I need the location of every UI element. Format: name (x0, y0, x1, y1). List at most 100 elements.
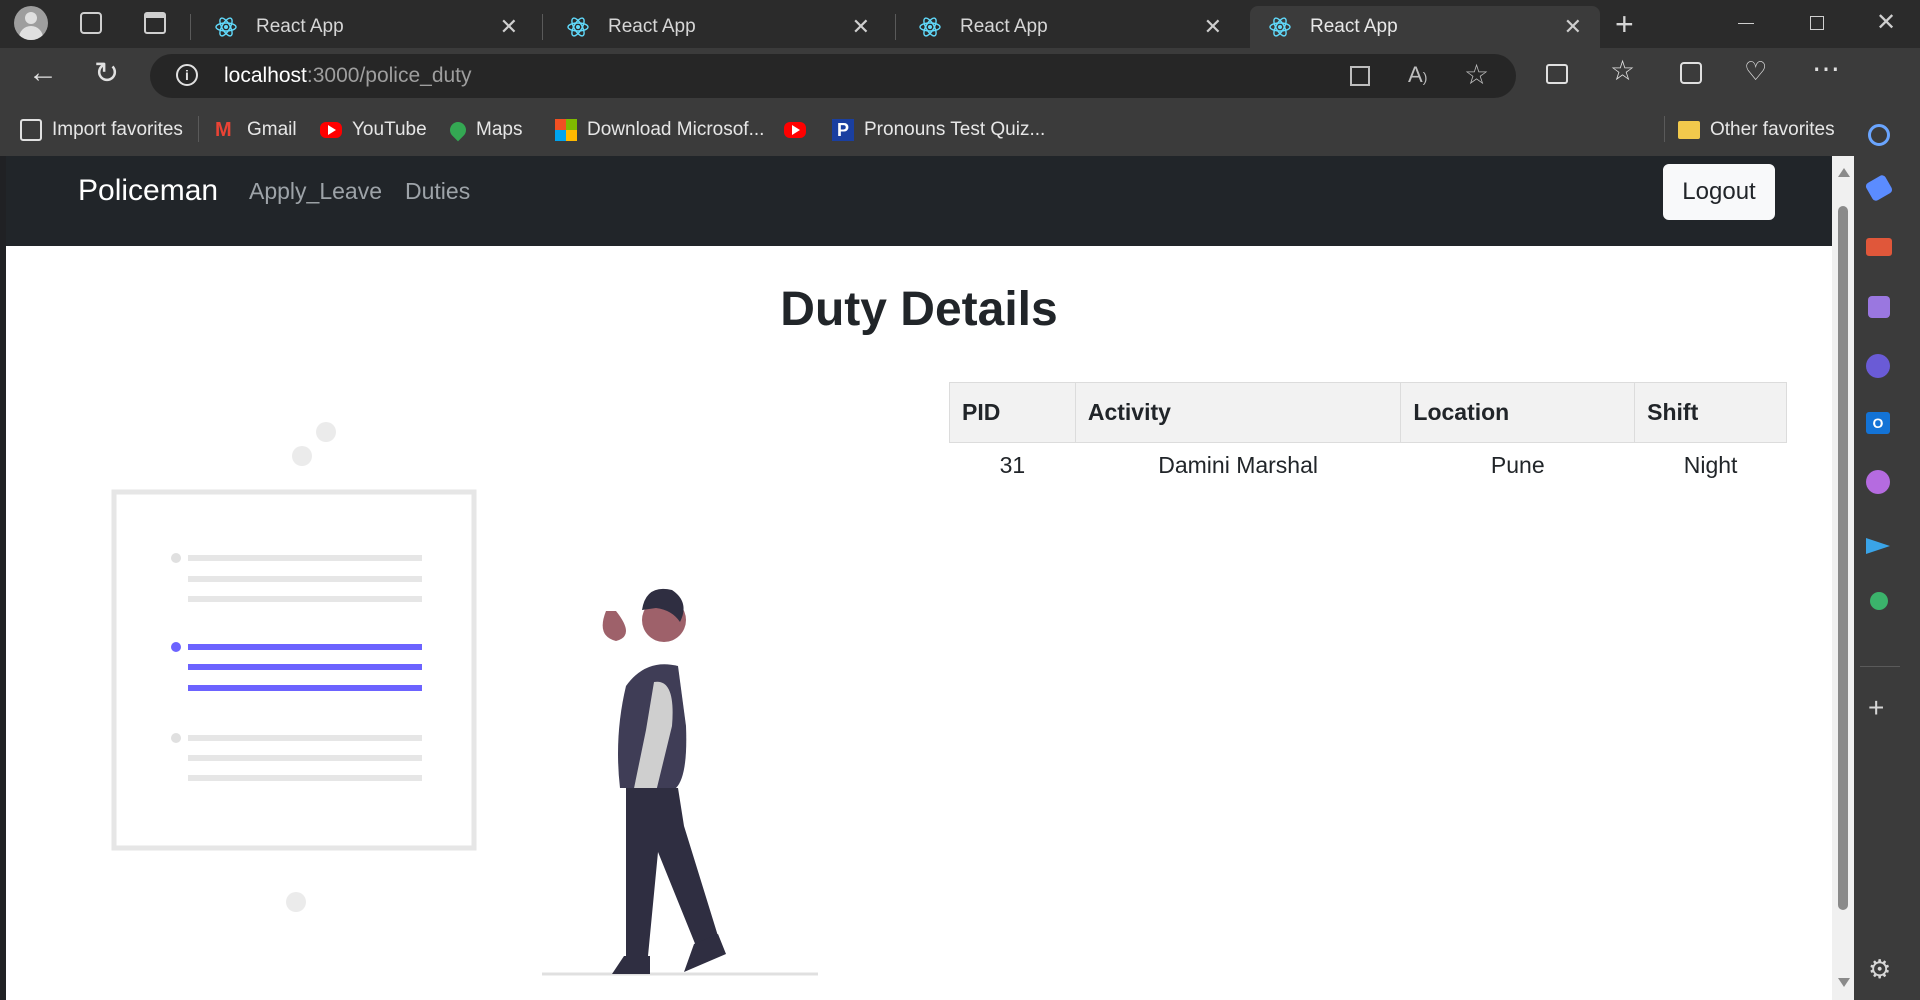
tree-icon[interactable] (1870, 592, 1888, 610)
youtube-icon (784, 122, 806, 138)
bookmark-label: Download Microsof... (587, 119, 765, 140)
cell-shift: Night (1683, 451, 1738, 478)
bookmark-label: Gmail (247, 119, 297, 140)
document-person-illustration (111, 422, 818, 976)
url-path: :3000/police_duty (306, 64, 472, 87)
page-title: Duty Details (780, 283, 1058, 336)
react-icon (919, 17, 941, 37)
workspaces-icon[interactable] (80, 12, 102, 34)
highlight-line (188, 644, 422, 650)
window-close-icon[interactable]: ✕ (1876, 8, 1896, 37)
tab-react-app-2[interactable]: React App ✕ (548, 6, 888, 48)
bookmark-import-favorites[interactable]: Import favorites (20, 116, 183, 144)
react-icon (1269, 17, 1291, 37)
column-header-location: Location (1400, 382, 1636, 443)
close-icon[interactable]: ✕ (1204, 14, 1222, 40)
page-scrollbar[interactable] (1832, 156, 1854, 1000)
tab-title: React App (608, 16, 696, 37)
logout-button[interactable]: Logout (1663, 164, 1775, 220)
copilot-sidebar-icon[interactable] (1866, 354, 1890, 378)
restore-icon[interactable] (1810, 16, 1824, 30)
bookmark-download-microsoft[interactable]: Download Microsof... (555, 116, 764, 144)
url-text[interactable]: localhost:3000/police_duty (224, 64, 472, 88)
person-figure (542, 588, 818, 976)
tab-title: React App (960, 16, 1048, 37)
browser-essentials-icon[interactable]: ♡ (1744, 56, 1767, 87)
split-screen-icon[interactable] (1546, 64, 1568, 84)
scroll-up-icon[interactable] (1838, 168, 1850, 177)
highlight-line (188, 685, 422, 691)
new-tab-icon[interactable]: + (1615, 6, 1634, 42)
close-icon[interactable]: ✕ (500, 14, 518, 40)
youtube-icon (320, 122, 342, 138)
search-icon[interactable] (1868, 124, 1890, 146)
send-icon[interactable] (1866, 538, 1890, 554)
minimize-icon[interactable] (1738, 23, 1754, 24)
decor-dot (286, 892, 306, 912)
outlook-icon[interactable]: O (1866, 412, 1890, 434)
bookmark-youtube-2[interactable] (784, 116, 816, 144)
column-header-pid: PID (949, 382, 1076, 443)
microsoft-icon (555, 119, 577, 141)
bookmark-label: Import favorites (52, 119, 183, 140)
folder-icon (1678, 121, 1700, 139)
url-host: localhost (224, 64, 307, 87)
bookmarks-bar: Import favorites M Gmail YouTube Maps Do… (0, 104, 1920, 156)
refresh-icon[interactable]: ↻ (94, 56, 119, 91)
table-header-row: PID Activity Location Shift (949, 382, 1787, 443)
bookmark-label: Other favorites (1710, 119, 1835, 140)
highlight-line (188, 664, 422, 670)
app-available-icon[interactable] (1350, 66, 1370, 86)
scroll-down-icon[interactable] (1838, 978, 1850, 987)
column-header-activity: Activity (1074, 382, 1402, 443)
decor-dot (292, 446, 312, 466)
collections-icon[interactable] (1680, 62, 1702, 84)
favorite-star-icon[interactable]: ☆ (1464, 58, 1489, 91)
browser-titlebar: React App ✕ React App ✕ React App ✕ Reac… (0, 0, 1920, 48)
navbar-brand[interactable]: Policeman (78, 174, 218, 208)
column-header-shift: Shift (1634, 382, 1787, 443)
close-icon[interactable]: ✕ (1564, 14, 1582, 40)
tab-react-app-1[interactable]: React App ✕ (196, 6, 536, 48)
bookmark-gmail[interactable]: M Gmail (215, 116, 297, 144)
tab-react-app-4[interactable]: React App ✕ (1250, 6, 1600, 48)
duty-table: PID Activity Location Shift 31 Damini Ma… (949, 382, 1787, 487)
bookmark-youtube[interactable]: YouTube (320, 116, 427, 144)
nav-link-apply-leave[interactable]: Apply_Leave (249, 178, 382, 205)
shopping-tag-icon[interactable] (1864, 173, 1894, 203)
bookmark-other-favorites[interactable]: Other favorites (1678, 116, 1835, 144)
tab-react-app-3[interactable]: React App ✕ (900, 6, 1240, 48)
close-icon[interactable]: ✕ (852, 14, 870, 40)
site-info-icon[interactable]: i (176, 64, 198, 86)
nav-link-duties[interactable]: Duties (405, 178, 470, 205)
profile-avatar[interactable] (14, 6, 48, 40)
sidebar-settings-icon[interactable]: ⚙ (1868, 954, 1891, 985)
tools-icon[interactable] (1866, 238, 1892, 256)
cell-activity: Damini Marshal (1158, 451, 1318, 478)
bookmark-pronouns-quiz[interactable]: P Pronouns Test Quiz... (832, 116, 1045, 144)
react-icon (567, 17, 589, 37)
gmail-icon: M (215, 119, 232, 141)
bookmark-label: Pronouns Test Quiz... (864, 119, 1046, 140)
decor-dot (316, 422, 336, 442)
navbar: Policeman Apply_Leave Duties Logout (6, 156, 1832, 246)
add-sidebar-app-icon[interactable]: + (1868, 692, 1884, 724)
bookmark-label: Maps (476, 119, 523, 140)
maps-icon (446, 118, 470, 142)
address-bar[interactable]: i localhost:3000/police_duty A) ☆ (150, 54, 1516, 98)
bookmark-label: YouTube (352, 119, 427, 140)
cell-pid: 31 (999, 451, 1026, 478)
table-row: 31 Damini Marshal Pune Night (950, 443, 1787, 488)
tab-actions-icon[interactable] (144, 12, 166, 34)
scroll-thumb[interactable] (1838, 206, 1848, 910)
read-aloud-icon[interactable]: A) (1408, 62, 1427, 88)
tab-title: React App (256, 16, 344, 37)
more-options-icon[interactable]: ⋯ (1812, 52, 1840, 85)
browser-toolbar: ← ↻ i localhost:3000/police_duty A) ☆ ☆ … (0, 48, 1920, 104)
bookmark-maps[interactable]: Maps (446, 116, 523, 144)
designer-icon[interactable] (1866, 470, 1890, 494)
back-icon[interactable]: ← (28, 56, 58, 90)
tab-title: React App (1310, 16, 1398, 37)
favorites-icon[interactable]: ☆ (1610, 54, 1635, 87)
games-icon[interactable] (1868, 296, 1890, 318)
